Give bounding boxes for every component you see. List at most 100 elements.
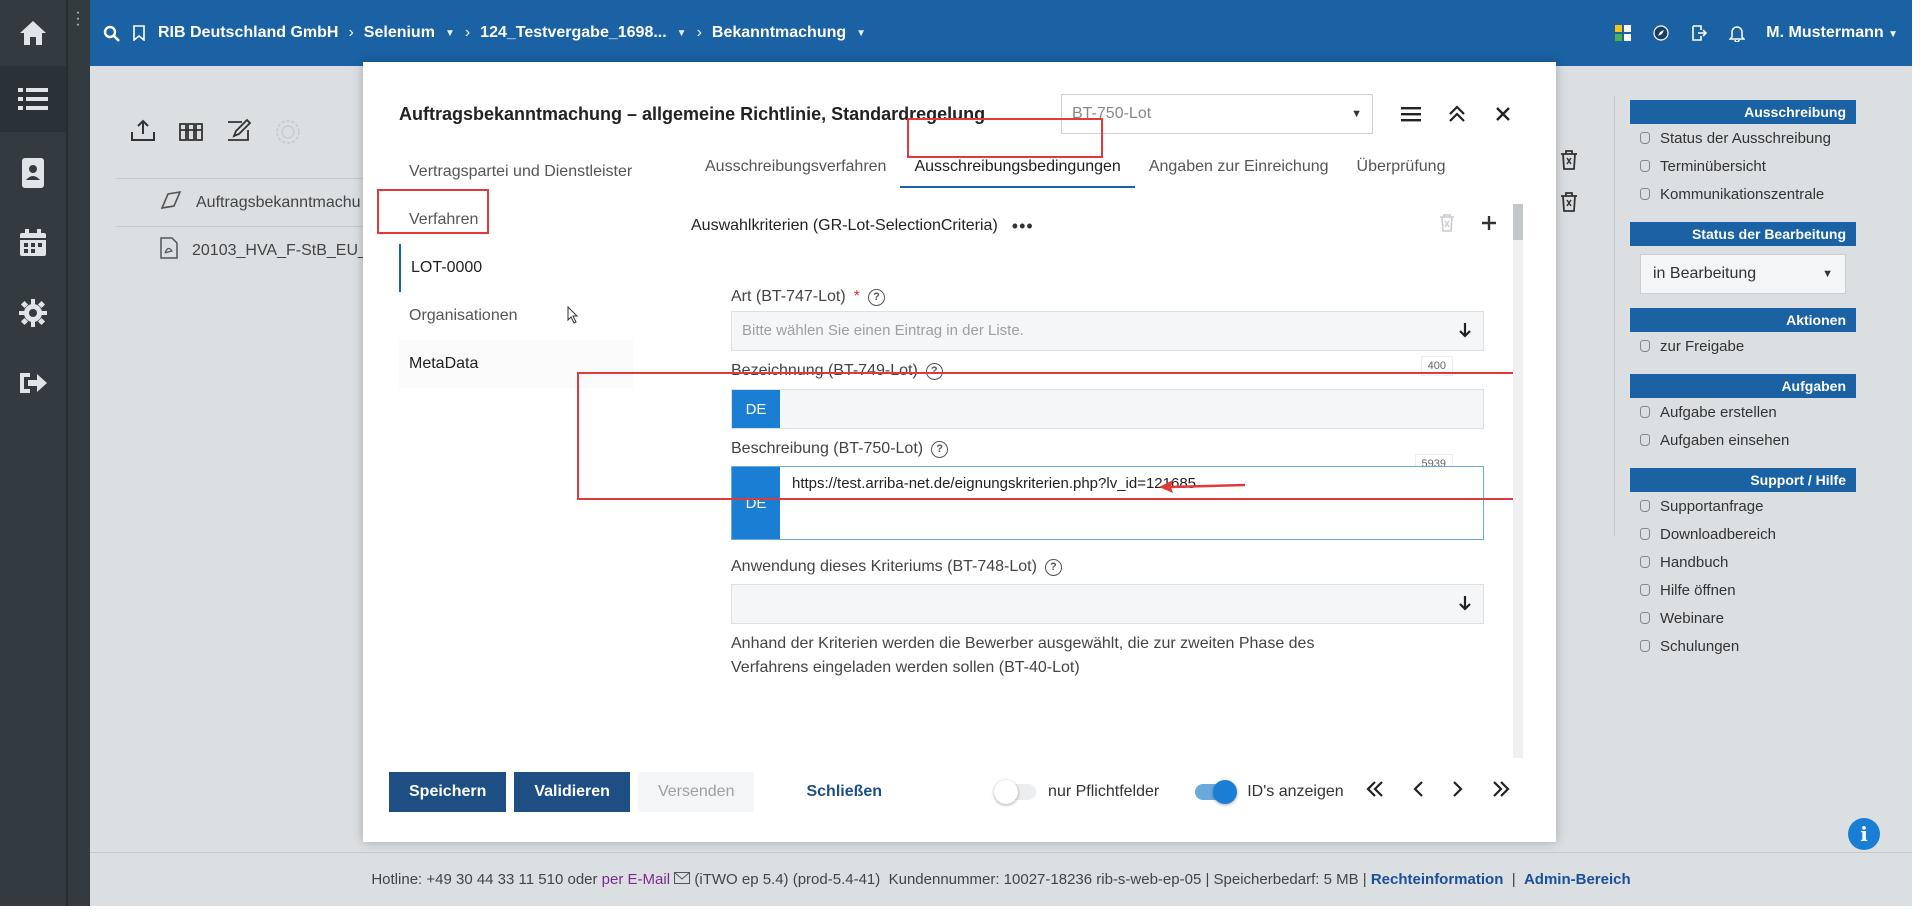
- hand-icon: [1640, 528, 1650, 540]
- help-icon[interactable]: ?: [867, 288, 885, 306]
- status-select[interactable]: in Bearbeitung ▼: [1640, 254, 1846, 294]
- anwendung-label: Anwendung dieses Kriteriums (BT-748-Lot)…: [731, 558, 1062, 576]
- sign-icon[interactable]: [226, 118, 252, 151]
- nav-item-lot[interactable]: LOT-0000: [399, 244, 633, 292]
- sidebar-item[interactable]: Downloadbereich: [1630, 520, 1856, 548]
- hand-icon: [1640, 500, 1650, 512]
- compass-icon[interactable]: [1652, 24, 1670, 42]
- list-icon[interactable]: [0, 66, 66, 132]
- breadcrumb-project[interactable]: Selenium: [364, 24, 435, 42]
- user-name: M. Mustermann: [1766, 24, 1884, 41]
- hand-icon: [1640, 132, 1650, 144]
- highlight-box: [907, 118, 1103, 158]
- rechteinformation-link[interactable]: Rechteinformation: [1371, 871, 1504, 888]
- validate-button[interactable]: Validieren: [514, 772, 630, 812]
- calendar-icon[interactable]: [0, 210, 66, 276]
- mandatory-toggle[interactable]: [994, 780, 1037, 804]
- chevron-down-icon: ▼: [1351, 108, 1362, 120]
- hand-icon: [1640, 188, 1650, 200]
- tab-angaben-zur-einreichung[interactable]: Angaben zur Einreichung: [1135, 148, 1343, 188]
- sidebar-item[interactable]: Aufgaben einsehen: [1630, 426, 1856, 454]
- group-header: Auswahlkriterien (GR-Lot-SelectionCriter…: [691, 212, 1509, 240]
- contact-book-icon[interactable]: [0, 140, 66, 206]
- highlight-box: [377, 189, 489, 234]
- sidebar-item[interactable]: Kommunikationszentrale: [1630, 180, 1856, 208]
- hand-icon: [1640, 406, 1650, 418]
- chevron-down-icon[interactable]: ▼: [856, 28, 866, 39]
- email-link[interactable]: per E-Mail: [602, 871, 670, 888]
- ted-icon[interactable]: [274, 118, 302, 151]
- anwendung-select[interactable]: [731, 584, 1484, 624]
- sidebar-item[interactable]: Status der Ausschreibung: [1630, 124, 1856, 152]
- document-toolbar: [130, 118, 302, 151]
- trash-icon[interactable]: [1439, 214, 1455, 237]
- chevron-down-icon[interactable]: ▼: [445, 28, 455, 39]
- group-actions: [1439, 214, 1497, 237]
- upload-icon[interactable]: [130, 118, 156, 151]
- search-icon[interactable]: [102, 24, 120, 42]
- sidebar-item[interactable]: Webinare: [1630, 604, 1856, 632]
- breadcrumb-section[interactable]: Bekanntmachung: [712, 24, 846, 42]
- tab-ueberpruefung[interactable]: Überprüfung: [1343, 148, 1460, 188]
- menu-icon[interactable]: [1399, 102, 1423, 126]
- help-icon[interactable]: ?: [1044, 558, 1062, 576]
- trash-icon[interactable]: [1560, 150, 1578, 170]
- breadcrumb-tender[interactable]: 124_Testvergabe_1698...: [480, 24, 667, 42]
- sidebar-item[interactable]: Supportanfrage: [1630, 492, 1856, 520]
- last-page-icon[interactable]: [1492, 780, 1510, 803]
- anwendung-label-text: Anwendung dieses Kriteriums (BT-748-Lot): [731, 558, 1037, 575]
- sidebar-item[interactable]: zur Freigabe: [1630, 332, 1856, 360]
- sidebar-item[interactable]: Schulungen: [1630, 632, 1856, 660]
- info-icon[interactable]: i: [1848, 818, 1880, 850]
- close-link[interactable]: Schließen: [806, 783, 882, 801]
- gear-icon[interactable]: [0, 280, 66, 346]
- export-icon[interactable]: [1690, 24, 1708, 42]
- more-options-icon[interactable]: •••: [1012, 216, 1034, 237]
- rail-more-icon[interactable]: · · ·: [74, 5, 82, 33]
- sidebar-item[interactable]: Terminübersicht: [1630, 152, 1856, 180]
- art-placeholder: Bitte wählen Sie einen Eintrag in der Li…: [742, 322, 1024, 339]
- footer-hotline: Hotline: +49 30 44 33 11 510 oder: [371, 871, 598, 888]
- breadcrumb-separator: ›: [464, 24, 471, 41]
- pdf-icon: [160, 237, 178, 264]
- first-page-icon[interactable]: [1366, 780, 1384, 803]
- hand-icon: [1640, 340, 1650, 352]
- admin-link[interactable]: Admin-Bereich: [1524, 871, 1631, 888]
- form-dialog: Auftragsbekanntmachung – allgemeine Rich…: [363, 62, 1556, 842]
- mandatory-toggle-group: nur Pflichtfelder: [994, 780, 1159, 804]
- archive-icon[interactable]: [178, 118, 204, 151]
- collapse-up-icon[interactable]: [1445, 102, 1469, 126]
- previous-page-icon[interactable]: [1412, 780, 1424, 803]
- dialog-footer: Speichern Validieren Versenden Schließen…: [389, 770, 1520, 814]
- bell-icon[interactable]: [1728, 24, 1746, 42]
- sidebar-item-label: Handbuch: [1660, 553, 1729, 571]
- send-button[interactable]: Versenden: [637, 772, 755, 812]
- close-icon[interactable]: [1491, 102, 1515, 126]
- nav-item-organisationen[interactable]: Organisationen: [399, 292, 633, 340]
- hand-icon: [1640, 640, 1650, 652]
- logout-icon[interactable]: [0, 350, 66, 416]
- plus-icon[interactable]: [1481, 215, 1497, 236]
- sidebar-item[interactable]: Handbuch: [1630, 548, 1856, 576]
- ids-toggle[interactable]: [1195, 780, 1238, 804]
- sidebar-item[interactable]: Hilfe öffnen: [1630, 576, 1856, 604]
- save-button[interactable]: Speichern: [389, 772, 507, 812]
- toggle-knob: [1213, 780, 1238, 804]
- scrollbar-thumb[interactable]: [1513, 204, 1523, 240]
- user-menu[interactable]: M. Mustermann ▼: [1766, 24, 1898, 42]
- bookmark-icon[interactable]: [130, 24, 148, 42]
- breadcrumb-org[interactable]: RIB Deutschland GmbH: [158, 24, 338, 42]
- trash-icon[interactable]: [1560, 192, 1578, 212]
- footer-pipe: |: [1511, 871, 1516, 888]
- scrollbar[interactable]: [1513, 204, 1523, 758]
- home-icon[interactable]: [0, 0, 66, 66]
- next-page-icon[interactable]: [1452, 780, 1464, 803]
- art-select[interactable]: Bitte wählen Sie einen Eintrag in der Li…: [731, 311, 1484, 351]
- sidebar-item[interactable]: Aufgabe erstellen: [1630, 398, 1856, 426]
- tab-ausschreibungsverfahren[interactable]: Ausschreibungsverfahren: [691, 148, 900, 188]
- lot-select[interactable]: BT-750-Lot ▼: [1061, 94, 1373, 134]
- apps-icon[interactable]: [1614, 24, 1632, 42]
- pager: [1366, 780, 1510, 803]
- chevron-down-icon[interactable]: ▼: [677, 28, 687, 39]
- sidebar-item-label: Schulungen: [1660, 637, 1740, 655]
